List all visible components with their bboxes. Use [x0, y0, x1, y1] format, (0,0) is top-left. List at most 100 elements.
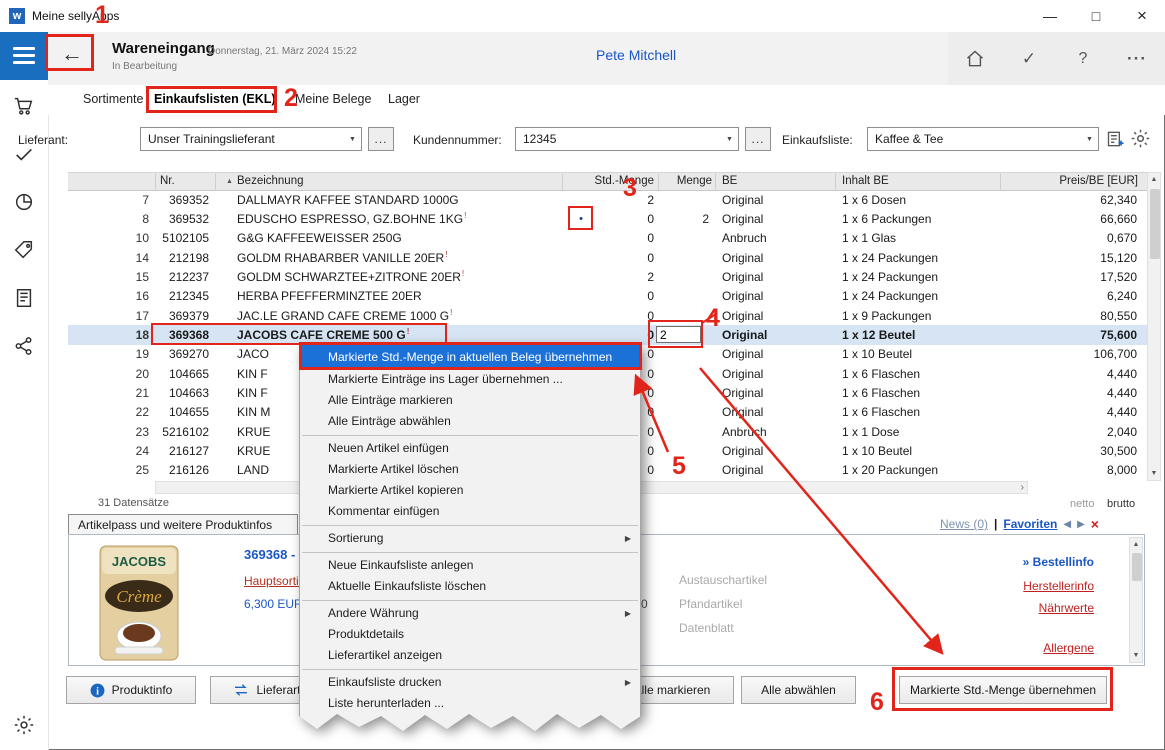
table-row[interactable]: 8369532EDUSCHO ESPRESSO, GZ.BOHNE 1KG!•0… — [68, 209, 1147, 228]
table-vscrollbar[interactable]: ▲ ▼ — [1147, 172, 1161, 481]
tab-bar: Sortimente Einkaufslisten (EKL) Meine Be… — [48, 85, 1165, 115]
scroll-down-icon[interactable]: ▼ — [1148, 470, 1160, 477]
bestellinfo-link[interactable]: » Bestellinfo — [1023, 555, 1094, 569]
button-label: Alle markieren — [634, 683, 711, 697]
menu-item-artikel-loeschen[interactable]: Markierte Artikel löschen — [300, 459, 640, 480]
be: Original — [715, 444, 835, 458]
cart-icon[interactable] — [13, 95, 35, 117]
confirm-check-icon[interactable]: ✓ — [1012, 42, 1046, 76]
more-options-icon[interactable]: ··· — [1120, 42, 1154, 76]
scroll-up-icon[interactable]: ▲ — [1148, 176, 1160, 183]
scroll-up-icon[interactable]: ▲ — [1130, 541, 1142, 548]
einkaufsliste-select[interactable]: Kaffee & Tee ▼ — [867, 127, 1099, 151]
table-row[interactable]: 16212345HERBA PFEFFERMINZTEE 20ER0Origin… — [68, 287, 1147, 306]
menu-item-andere-waehrung[interactable]: Andere Währung▶ — [300, 603, 640, 624]
naehrwerte-link[interactable]: Nährwerte — [1039, 601, 1094, 615]
menu-item-alle-abwaehlen[interactable]: Alle Einträge abwählen — [300, 411, 640, 432]
col-bezeichnung[interactable]: Bezeichnung — [237, 175, 304, 187]
help-icon[interactable]: ? — [1066, 42, 1100, 76]
table-row[interactable]: 15212237GOLDM SCHWARZTEE+ZITRONE 20ER!2O… — [68, 267, 1147, 286]
menu-item-lieferartikel-anzeigen[interactable]: Lieferartikel anzeigen — [300, 645, 640, 666]
scroll-down-icon[interactable]: ▼ — [1130, 652, 1142, 659]
chevron-down-icon[interactable]: ▼ — [721, 136, 738, 143]
table-row[interactable]: 105102105G&G KAFFEEWEISSER 250G0Anbruch1… — [68, 229, 1147, 248]
netto-toggle[interactable]: netto — [1070, 498, 1094, 510]
close-button[interactable]: × — [1119, 0, 1165, 32]
menu-item-produktdetails[interactable]: Produktdetails — [300, 624, 640, 645]
menu-item-neuen-artikel[interactable]: Neuen Artikel einfügen — [300, 438, 640, 459]
user-name[interactable]: Pete Mitchell — [596, 47, 676, 63]
col-inhalt-be[interactable]: Inhalt BE — [842, 175, 889, 187]
std-menge: 2 — [600, 193, 658, 207]
minimize-button[interactable]: — — [1027, 0, 1073, 32]
maximize-button[interactable]: □ — [1073, 0, 1119, 32]
menu-item-ekl-drucken[interactable]: Einkaufsliste drucken▶ — [300, 672, 640, 693]
col-menge[interactable]: Menge — [660, 175, 712, 187]
menge-input[interactable] — [656, 326, 701, 343]
tab-meine-belege[interactable]: Meine Belege — [295, 92, 371, 106]
settings-gear-icon[interactable] — [13, 714, 35, 736]
svg-text:i: i — [96, 686, 99, 697]
kundennummer-more-button[interactable]: ... — [745, 127, 771, 151]
menu-item-liste-herunterladen[interactable]: Liste herunterladen ... — [300, 693, 640, 714]
allergene-link[interactable]: Allergene — [1043, 641, 1094, 655]
nav-left-icon[interactable]: ◀ — [1063, 519, 1071, 530]
produktinfo-button[interactable]: i Produktinfo — [66, 676, 196, 704]
chevron-down-icon[interactable]: ▼ — [1081, 136, 1098, 143]
lieferant-more-button[interactable]: ... — [368, 127, 394, 151]
table-row[interactable]: 17369379JAC.LE GRAND CAFE CREME 1000 G!0… — [68, 306, 1147, 325]
menu-item-ekl-loeschen[interactable]: Aktuelle Einkaufsliste löschen — [300, 576, 640, 597]
menu-button[interactable] — [0, 32, 48, 80]
menu-item-sortierung[interactable]: Sortierung▶ — [300, 528, 640, 549]
vscroll-thumb[interactable] — [1132, 553, 1142, 581]
menge[interactable]: 2 — [658, 212, 715, 226]
kundennummer-select[interactable]: 12345 ▼ — [515, 127, 739, 151]
menu-item-alle-markieren[interactable]: Alle Einträge markieren — [300, 390, 640, 411]
titlebar: w Meine sellyApps — □ × — [0, 0, 1165, 32]
tab-lager[interactable]: Lager — [388, 92, 420, 106]
tab-sortimente[interactable]: Sortimente — [83, 92, 143, 106]
menu-item-artikel-kopieren[interactable]: Markierte Artikel kopieren — [300, 480, 640, 501]
home-icon[interactable] — [958, 42, 992, 76]
back-button[interactable]: ← — [52, 38, 92, 70]
vscroll-thumb[interactable] — [1150, 189, 1160, 259]
menu-item-neue-ekl[interactable]: Neue Einkaufsliste anlegen — [300, 555, 640, 576]
catalog-icon[interactable] — [13, 287, 35, 309]
col-preis[interactable]: Preis/BE [EUR] — [1000, 175, 1138, 187]
favoriten-link[interactable]: Favoriten — [1003, 517, 1057, 531]
panel-vscrollbar[interactable]: ▲ ▼ — [1129, 537, 1143, 663]
alle-abwaehlen-button[interactable]: Alle abwählen — [741, 676, 856, 704]
col-be[interactable]: BE — [722, 175, 737, 187]
pie-chart-icon[interactable] — [13, 191, 35, 213]
chevron-down-icon[interactable]: ▼ — [344, 136, 361, 143]
herstellerinfo-link[interactable]: Herstellerinfo — [1023, 579, 1094, 593]
tab-einkaufslisten[interactable]: Einkaufslisten (EKL) — [154, 92, 276, 106]
col-nr[interactable]: Nr. — [160, 175, 175, 187]
preis: 6,240 — [1000, 289, 1147, 303]
button-label: Markierte Std.-Menge übernehmen — [910, 683, 1096, 697]
list-add-icon[interactable] — [1106, 129, 1126, 149]
col-std-menge[interactable]: Std.-Menge — [560, 175, 654, 187]
std-menge: 2 — [600, 270, 658, 284]
menu-item-ins-lager-uebernehmen[interactable]: Markierte Einträge ins Lager übernehmen … — [300, 369, 640, 390]
table-header[interactable]: Nr. ▲ Bezeichnung Std.-Menge Menge BE In… — [68, 172, 1147, 191]
artikelpass-tab[interactable]: Artikelpass und weitere Produktinfos — [68, 514, 298, 535]
menu-item-kommentar[interactable]: Kommentar einfügen — [300, 501, 640, 522]
nav-right-icon[interactable]: ▶ — [1077, 519, 1085, 530]
table-row-selected[interactable]: 18369368JACOBS CAFE CREME 500 G!0Origina… — [68, 325, 1147, 344]
markierte-std-menge-uebernehmen-button[interactable]: Markierte Std.-Menge übernehmen — [899, 676, 1107, 704]
table-row[interactable]: 14212198GOLDM RHABARBER VANILLE 20ER!0Or… — [68, 248, 1147, 267]
scroll-right-icon[interactable]: › — [1021, 482, 1024, 493]
news-link[interactable]: News (0) — [940, 517, 988, 531]
share-icon[interactable] — [13, 335, 35, 357]
gear-icon[interactable] — [1130, 128, 1151, 149]
brutto-toggle[interactable]: brutto — [1107, 498, 1135, 510]
close-panel-icon[interactable]: × — [1091, 516, 1099, 532]
lieferant-select[interactable]: Unser Trainingslieferant ▼ — [140, 127, 362, 151]
menu-item-std-menge-uebernehmen[interactable]: Markierte Std.-Menge in aktuellen Beleg … — [300, 345, 640, 369]
preis: 0,670 — [1000, 231, 1147, 245]
price-tag-icon[interactable] — [13, 239, 35, 261]
record-count: 31 Datensätze — [98, 497, 169, 509]
inhalt-be: 1 x 6 Dosen — [835, 193, 1000, 207]
table-row[interactable]: 7369352DALLMAYR KAFFEE STANDARD 1000G2Or… — [68, 190, 1147, 209]
